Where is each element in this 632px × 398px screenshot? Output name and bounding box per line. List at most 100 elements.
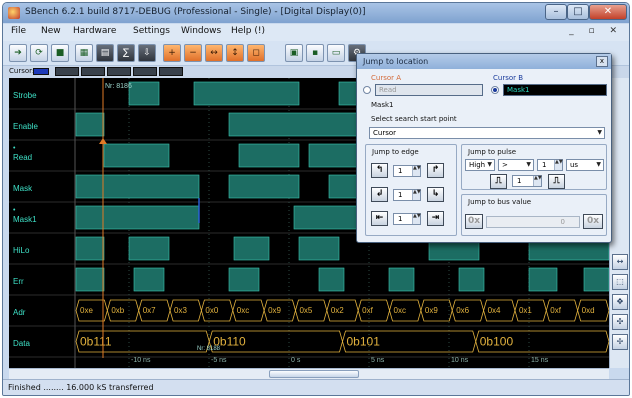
pulse-high: [238, 143, 300, 168]
save-icon[interactable]: ▪: [306, 44, 324, 62]
cursor-b-next-button[interactable]: [133, 67, 157, 76]
export-icon[interactable]: ⇩: [138, 44, 156, 62]
pulse-compare-dropdown[interactable]: > ▼: [498, 159, 534, 171]
close-button[interactable]: ✕: [589, 4, 627, 20]
bus-value-label: 0x9: [268, 306, 281, 315]
pulse-high: [128, 236, 170, 261]
menu-settings[interactable]: Settings: [133, 26, 170, 36]
bus-value-label: 0xf: [362, 306, 373, 315]
cursor-b-radio[interactable]: [491, 86, 499, 94]
fit-width-icon[interactable]: ↔: [612, 254, 628, 270]
menu-help[interactable]: Help (!): [231, 26, 265, 36]
pulse-high: [128, 81, 160, 106]
cursor-a-next-button[interactable]: [81, 67, 105, 76]
bus-value-label: 0xd: [582, 306, 595, 315]
pulse-value: 1: [542, 161, 547, 169]
zoom-in-icon[interactable]: +: [163, 44, 181, 62]
bus-value-label: 0xc: [394, 306, 406, 315]
menu-new[interactable]: New: [41, 26, 61, 36]
bus-value-label: 0b111: [80, 335, 112, 349]
move-tool-icon[interactable]: ✥: [612, 294, 628, 310]
spin-arrows-icon[interactable]: ▲▼: [533, 176, 542, 186]
bus-value-label: 0xe: [80, 306, 93, 315]
cursor-a-field: Read: [375, 84, 483, 96]
edge-count-1-input[interactable]: 1 ▲▼: [393, 165, 421, 177]
spin-arrows-icon[interactable]: ▲▼: [554, 160, 563, 170]
menu-windows[interactable]: Windows: [181, 26, 221, 36]
compress-tool-icon[interactable]: ✢: [612, 334, 628, 350]
pulse-high: [103, 143, 170, 168]
bus-value-label: 0xc: [237, 306, 249, 315]
mdi-window-controls[interactable]: _ ▫ ✕: [569, 26, 623, 36]
bus-value-label: 0x6: [456, 306, 469, 315]
cursor-b-field[interactable]: Mask1: [503, 84, 607, 96]
bus-value-input[interactable]: 0: [486, 216, 580, 228]
pulse-value-input[interactable]: 1 ▲▼: [537, 159, 563, 171]
time-axis-label: 5 ns: [371, 357, 385, 364]
pulse-prev-icon[interactable]: ⎍: [490, 174, 507, 189]
signal-label-adr: Adr: [13, 308, 26, 317]
edge-count-2-input[interactable]: 1 ▲▼: [393, 189, 421, 201]
pulse-high: [388, 267, 415, 292]
zoom-reset-icon[interactable]: ◻: [247, 44, 265, 62]
zoom-fit-icon[interactable]: ↔: [205, 44, 223, 62]
bus-value-prev-button[interactable]: 0x: [465, 214, 483, 229]
signal-label-hilo: HiLo: [13, 246, 30, 255]
any-edge-prev-icon[interactable]: ⇤: [371, 211, 388, 226]
expand-tool-icon[interactable]: ✣: [612, 314, 628, 330]
signal-label-enable: Enable: [13, 122, 38, 131]
pulse-count-input[interactable]: 1 ▲▼: [512, 175, 542, 187]
cursor-sync-button[interactable]: [159, 67, 183, 76]
cursor-color-swatch[interactable]: [33, 68, 49, 75]
time-axis-label: 10 ns: [451, 357, 469, 364]
window-title: SBench 6.2.1 build 8717-DEBUG (Professio…: [25, 7, 366, 17]
grid-icon[interactable]: ▦: [75, 44, 93, 62]
bus-value-label: 0x7: [143, 306, 156, 315]
title-bar[interactable]: SBench 6.2.1 build 8717-DEBUG (Professio…: [3, 3, 629, 23]
pulse-high: [193, 81, 300, 106]
zoom-out-icon[interactable]: −: [184, 44, 202, 62]
cursor-b-prev-button[interactable]: [107, 67, 131, 76]
print-icon[interactable]: ▭: [327, 44, 345, 62]
menu-bar: File New Hardware Settings Windows Help …: [3, 24, 629, 41]
falling-edge-next-icon[interactable]: ↳: [427, 187, 444, 202]
rising-edge-prev-icon[interactable]: ↰: [371, 163, 388, 178]
minimize-button[interactable]: –: [545, 4, 567, 20]
calc-icon[interactable]: ∑: [117, 44, 135, 62]
any-edge-next-icon[interactable]: ⇥: [427, 211, 444, 226]
dialog-close-button[interactable]: x: [596, 56, 608, 67]
pulse-high: [75, 205, 200, 230]
signal-marker: •: [13, 207, 16, 214]
falling-edge-prev-icon[interactable]: ↲: [371, 187, 388, 202]
menu-hardware[interactable]: Hardware: [73, 26, 116, 36]
display-mode-icon[interactable]: ▤: [96, 44, 114, 62]
spin-arrows-icon[interactable]: ▲▼: [412, 190, 421, 200]
pulse-unit-dropdown[interactable]: us ▼: [566, 159, 604, 171]
edge-count-3-input[interactable]: 1 ▲▼: [393, 213, 421, 225]
edge-count-2-value: 1: [398, 191, 403, 199]
scrollbar-thumb[interactable]: [269, 370, 359, 378]
spin-arrows-icon[interactable]: ▲▼: [412, 166, 421, 176]
jump-to-pulse-label: Jump to pulse: [468, 148, 517, 156]
refresh-icon[interactable]: ⟳: [30, 44, 48, 62]
maximize-button[interactable]: □: [567, 4, 589, 20]
run-icon[interactable]: ➔: [9, 44, 27, 62]
bus-value-next-button[interactable]: 0x: [583, 214, 603, 229]
cursor-a-radio[interactable]: [363, 86, 371, 94]
rising-edge-next-icon[interactable]: ↱: [427, 163, 444, 178]
pulse-next-icon[interactable]: ⎍: [548, 174, 565, 189]
select-tool-icon[interactable]: ⬚: [612, 274, 628, 290]
search-start-dropdown[interactable]: Cursor ▼: [369, 127, 605, 139]
zoom-y-icon[interactable]: ↕: [226, 44, 244, 62]
signal-label-mask1: Mask1: [13, 215, 37, 224]
channel-setup-icon[interactable]: ▣: [285, 44, 303, 62]
spin-arrows-icon[interactable]: ▲▼: [412, 214, 421, 224]
stop-icon[interactable]: ■: [51, 44, 69, 62]
search-start-value: Cursor: [373, 129, 397, 137]
dialog-title[interactable]: Jump to location: [357, 54, 611, 69]
cursor-label: Cursor:: [9, 67, 35, 75]
horizontal-scrollbar[interactable]: [9, 368, 609, 379]
pulse-level-dropdown[interactable]: High ▼: [465, 159, 495, 171]
menu-file[interactable]: File: [11, 26, 26, 36]
cursor-a-prev-button[interactable]: [55, 67, 79, 76]
